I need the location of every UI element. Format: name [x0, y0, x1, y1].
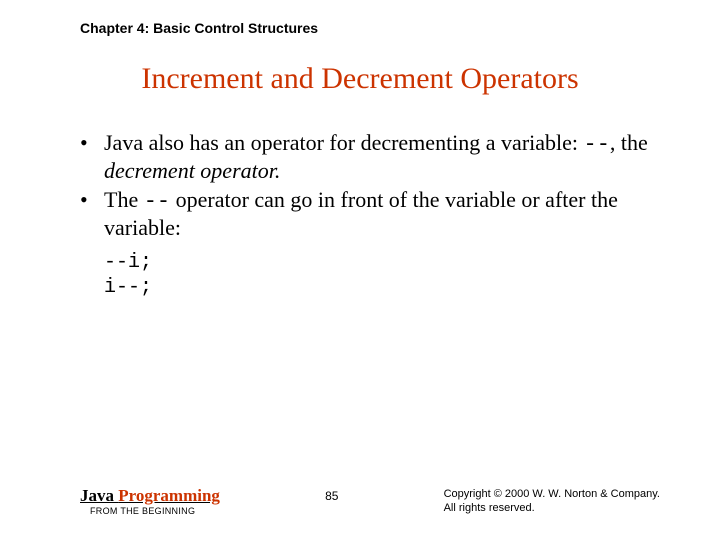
book-title-java: Java — [80, 486, 118, 505]
bullet-item: • Java also has an operator for decremen… — [80, 130, 650, 185]
bullet-item: • The -- operator can go in front of the… — [80, 187, 650, 242]
book-title-programming: Programming — [118, 486, 220, 505]
bullet-marker: • — [80, 130, 104, 185]
book-title-block: Java Programming FROM THE BEGINNING — [80, 487, 220, 516]
copyright-line: All rights reserved. — [444, 501, 660, 515]
code-block: --i; i--; — [104, 250, 650, 300]
bullet-marker: • — [80, 187, 104, 242]
code-line: i--; — [104, 275, 650, 300]
slide-footer: Java Programming FROM THE BEGINNING 85 C… — [80, 487, 660, 516]
term-italic: decrement operator. — [104, 158, 280, 183]
bullet-text: Java also has an operator for decrementi… — [104, 130, 650, 185]
book-subtitle: FROM THE BEGINNING — [90, 507, 220, 516]
page-number: 85 — [325, 489, 338, 503]
text-fragment: The — [104, 187, 144, 212]
text-fragment: operator can go in front of the variable… — [104, 187, 618, 240]
code-inline: -- — [584, 132, 610, 157]
text-fragment: , the — [610, 130, 648, 155]
book-title: Java Programming — [80, 487, 220, 505]
chapter-header: Chapter 4: Basic Control Structures — [80, 20, 318, 36]
slide-title: Increment and Decrement Operators — [0, 62, 720, 96]
slide-content: • Java also has an operator for decremen… — [80, 130, 650, 300]
copyright-line: Copyright © 2000 W. W. Norton & Company. — [444, 487, 660, 501]
bullet-text: The -- operator can go in front of the v… — [104, 187, 650, 242]
code-inline: -- — [144, 189, 170, 214]
text-fragment: Java also has an operator for decrementi… — [104, 130, 584, 155]
code-line: --i; — [104, 250, 650, 275]
copyright: Copyright © 2000 W. W. Norton & Company.… — [444, 487, 660, 516]
